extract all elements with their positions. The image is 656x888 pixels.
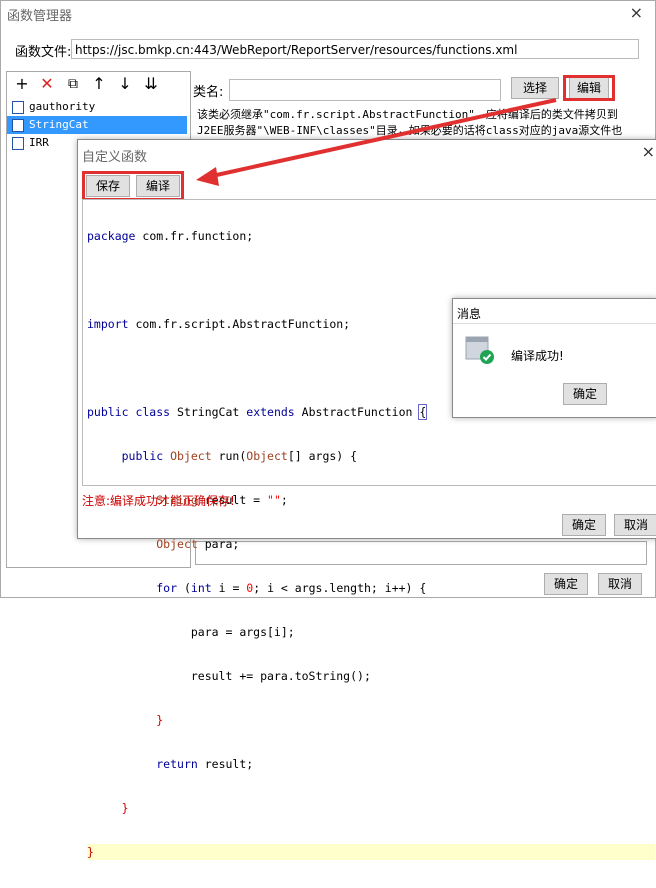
code-line: } (87, 844, 655, 860)
code-line: } (121, 801, 129, 815)
annotation-arrow (196, 98, 557, 186)
code-line: para = args[i]; (87, 625, 295, 639)
code-line: result += para.toString(); (87, 669, 371, 683)
code-line: } (156, 713, 164, 727)
code-line: return result; (156, 757, 254, 771)
